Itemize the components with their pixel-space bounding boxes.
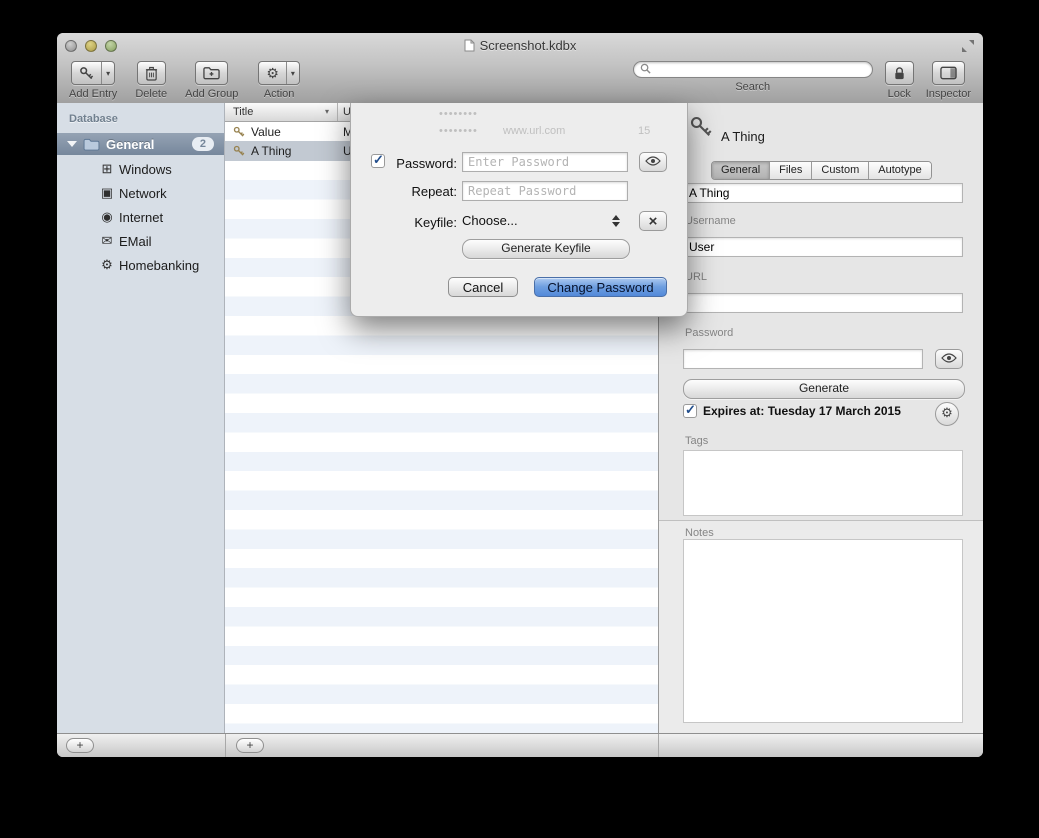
key-icon <box>72 62 101 84</box>
search-area: Search <box>633 61 873 93</box>
sidebar-item-network[interactable]: ▣Network <box>57 181 224 205</box>
sidebar-section-header: Database <box>69 113 118 125</box>
key-icon <box>233 145 245 157</box>
titlebar[interactable]: Screenshot.kdbx <box>57 33 983 59</box>
key-icon <box>233 126 245 138</box>
search-field[interactable] <box>633 61 873 78</box>
column-header-title[interactable]: Title <box>233 106 253 118</box>
chevron-down-icon[interactable] <box>101 62 114 84</box>
keyfile-label: Keyfile: <box>351 215 457 230</box>
lock-icon <box>886 62 913 84</box>
password-label: Password: <box>351 156 457 171</box>
expires-row: Expires at: Tuesday 17 March 2015 <box>683 404 901 418</box>
tab-autotype[interactable]: Autotype <box>869 162 930 179</box>
url-label: URL <box>685 271 707 283</box>
title-field[interactable] <box>683 183 963 203</box>
tab-custom[interactable]: Custom <box>812 162 869 179</box>
divider <box>225 734 226 757</box>
trash-icon <box>138 62 165 84</box>
eye-icon <box>941 350 957 368</box>
delete-button[interactable]: Delete <box>135 61 167 100</box>
key-icon <box>689 115 713 144</box>
chevron-down-icon[interactable] <box>286 62 299 84</box>
network-icon: ▣ <box>99 185 115 201</box>
column-divider[interactable] <box>337 103 338 121</box>
repeat-label: Repeat: <box>351 184 457 199</box>
sort-indicator-icon[interactable] <box>325 107 329 116</box>
fullscreen-icon[interactable] <box>961 39 975 53</box>
eye-icon <box>645 153 661 171</box>
divider <box>658 734 659 757</box>
add-group-plus-button[interactable]: + <box>66 738 94 753</box>
sidebar-item-windows[interactable]: ⊞Windows <box>57 157 224 181</box>
change-password-button[interactable]: Change Password <box>534 277 667 297</box>
inspector-entry-title: A Thing <box>721 129 765 144</box>
search-icon <box>640 61 651 79</box>
action-button[interactable]: ⚙ Action <box>258 61 300 100</box>
sidebar: Database General 2 ⊞Windows ▣Network ◉In… <box>57 103 225 733</box>
new-password-input[interactable] <box>462 152 628 172</box>
expires-label: Expires at: Tuesday 17 March 2015 <box>703 404 901 418</box>
dimmed-password-dots: •••••••• <box>439 108 478 120</box>
gear-icon: ⚙ <box>99 257 115 273</box>
tags-label: Tags <box>685 435 708 447</box>
tab-general[interactable]: General <box>712 162 770 179</box>
show-password-button[interactable] <box>935 349 963 369</box>
windows-icon: ⊞ <box>99 161 115 177</box>
notes-section: Notes <box>659 520 983 733</box>
add-entry-button[interactable]: Add Entry <box>69 61 117 100</box>
expiry-settings-button[interactable]: ⚙ <box>935 402 959 426</box>
disclosure-triangle-icon[interactable] <box>67 141 77 147</box>
change-password-sheet: •••••••• •••••••• www.url.com 15 Passwor… <box>350 103 688 317</box>
entry-count-badge: 2 <box>192 137 214 151</box>
tags-field[interactable] <box>683 450 963 516</box>
expires-checkbox[interactable] <box>683 404 697 418</box>
generate-password-button[interactable]: Generate <box>683 379 965 399</box>
generate-keyfile-button[interactable]: Generate Keyfile <box>462 239 630 259</box>
inspector-panel: A Thing General Files Custom Autotype Us… <box>658 103 983 733</box>
dimmed-mod-text: 15 <box>638 125 650 137</box>
repeat-password-input[interactable] <box>462 181 628 201</box>
keyfile-popup[interactable]: Choose... <box>462 213 620 228</box>
tab-files[interactable]: Files <box>770 162 812 179</box>
search-input[interactable] <box>655 62 866 78</box>
gear-icon: ⚙ <box>259 62 286 84</box>
password-label: Password <box>685 327 733 339</box>
inspector-panel-icon <box>933 62 964 84</box>
inspector-toggle-button[interactable]: Inspector <box>926 61 971 100</box>
envelope-icon: ✉ <box>99 233 115 249</box>
sidebar-group-label: General <box>106 137 154 152</box>
dimmed-url-text: www.url.com <box>503 125 565 137</box>
notes-label: Notes <box>685 527 714 539</box>
document-icon <box>464 39 475 55</box>
globe-icon: ◉ <box>99 209 115 225</box>
gear-icon: ⚙ <box>941 405 953 420</box>
show-password-button[interactable] <box>639 152 667 172</box>
username-label: Username <box>685 215 736 227</box>
add-group-button[interactable]: Add Group <box>185 61 238 100</box>
lock-button[interactable]: Lock <box>885 61 914 100</box>
add-entry-plus-button[interactable]: + <box>236 738 264 753</box>
window-title: Screenshot.kdbx <box>57 38 983 55</box>
app-window: Screenshot.kdbx Add Entry Delete <box>57 33 983 757</box>
clear-keyfile-button[interactable] <box>639 211 667 231</box>
folder-plus-icon <box>196 62 227 84</box>
url-field[interactable] <box>683 293 963 313</box>
dimmed-password-dots: •••••••• <box>439 125 478 137</box>
sidebar-item-homebanking[interactable]: ⚙Homebanking <box>57 253 224 277</box>
sidebar-group-general[interactable]: General 2 <box>57 133 224 155</box>
notes-field[interactable] <box>683 539 963 723</box>
window-chrome: Screenshot.kdbx Add Entry Delete <box>57 33 983 104</box>
sidebar-item-email[interactable]: ✉EMail <box>57 229 224 253</box>
bottom-bar: + + <box>57 733 983 757</box>
popup-stepper-icon <box>612 215 620 227</box>
inspector-tabs: General Files Custom Autotype <box>711 161 932 180</box>
sidebar-item-internet[interactable]: ◉Internet <box>57 205 224 229</box>
password-field[interactable] <box>683 349 923 369</box>
folder-icon <box>83 138 100 151</box>
username-field[interactable] <box>683 237 963 257</box>
cancel-button[interactable]: Cancel <box>448 277 518 297</box>
toolbar: Add Entry Delete Add Group ⚙ Action <box>57 60 983 102</box>
